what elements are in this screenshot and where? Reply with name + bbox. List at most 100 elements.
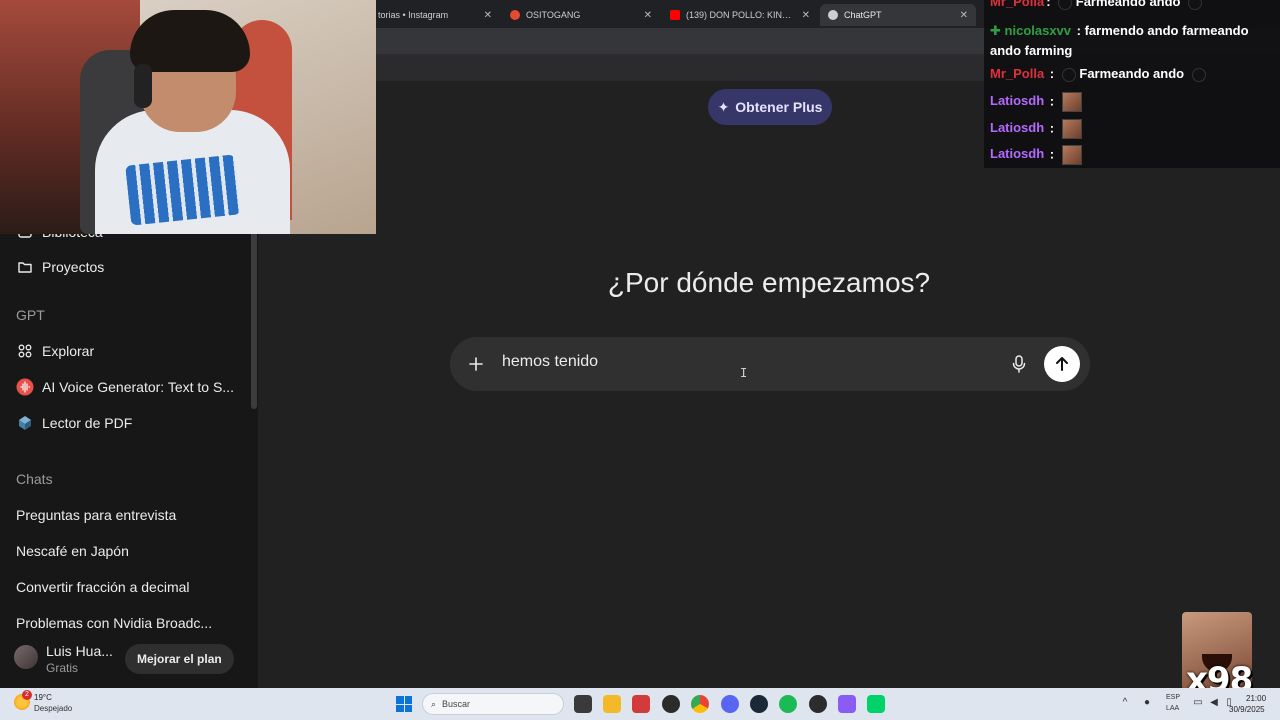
browser-tab-active[interactable]: ChatGPT ✕	[820, 4, 976, 26]
task-view-icon[interactable]	[574, 695, 592, 713]
gpt-section-label: GPT	[16, 307, 45, 323]
send-button[interactable]	[1044, 346, 1080, 382]
chat-item[interactable]: Preguntas para entrevista	[16, 507, 236, 523]
get-plus-button[interactable]: ✦ Obtener Plus	[708, 89, 832, 125]
spotify-icon[interactable]	[779, 695, 797, 713]
sidebar-item-pdf-reader[interactable]: Lector de PDF	[0, 408, 250, 438]
clock-date[interactable]: 30/9/2025	[1229, 705, 1265, 714]
chat-item[interactable]: Nescafé en Japón	[16, 543, 236, 559]
chat-username: Mr_Polla	[990, 66, 1045, 81]
reddit-icon	[510, 10, 520, 20]
plus-badge-icon: ✚	[990, 23, 1001, 38]
chat-username: Latiosdh	[990, 146, 1045, 162]
chat-message: Mr_Polla : Farmeando ando	[990, 66, 1206, 82]
browser-tab[interactable]: OSITOGANG ✕	[502, 4, 660, 26]
grid-icon	[16, 342, 34, 360]
close-icon[interactable]: ✕	[960, 10, 968, 21]
main-panel: ✦ Obtener Plus ¿Por dónde empezamos?	[258, 81, 1280, 688]
sidebar-scrollbar[interactable]	[251, 231, 257, 409]
microphone-icon[interactable]: ●	[1142, 698, 1152, 708]
get-plus-label: Obtener Plus	[735, 99, 823, 115]
chat-message: Latiosdh :	[990, 145, 1082, 165]
browser-tab[interactable]: (139) DON POLLO: KING OF OF ✕	[662, 4, 818, 26]
chrome-icon[interactable]	[691, 695, 709, 713]
search-icon: ⌕	[431, 698, 437, 709]
tab-title: torias • Instagram	[378, 10, 449, 20]
emote-icon	[1188, 0, 1203, 10]
steam-icon[interactable]	[750, 695, 768, 713]
chat-username: Latiosdh	[990, 120, 1045, 136]
chat-item[interactable]: Problemas con Nvidia Broadc...	[16, 615, 236, 631]
text-cursor-icon: I	[740, 366, 748, 380]
chat-message: Latiosdh :	[990, 119, 1082, 139]
chatgpt-icon	[828, 10, 838, 20]
taskbar: 2 19°C Despejado ⌕ Buscar ^ ● ESP LAA ▭ …	[0, 688, 1280, 720]
emote-icon	[1061, 119, 1082, 139]
prompt-input[interactable]	[502, 353, 1002, 371]
sidebar-item-voice-generator[interactable]: AI Voice Generator: Text to S...	[0, 372, 250, 402]
discord-icon[interactable]	[721, 695, 739, 713]
chat-message: ✚ nicolasxvv : farmendo ando farmeando a…	[990, 23, 1249, 58]
taskbar-search-placeholder: Buscar	[442, 699, 471, 709]
page-title: ¿Por dónde empezamos?	[607, 267, 931, 298]
browser-tab[interactable]: torias • Instagram ✕	[370, 4, 500, 26]
weather-badge: 2	[22, 690, 32, 700]
emote-icon	[1191, 67, 1206, 82]
app-icon[interactable]	[809, 695, 827, 713]
chat-item[interactable]: Convertir fracción a decimal	[16, 579, 236, 595]
emote-icon	[1061, 145, 1082, 165]
avatar	[14, 645, 38, 669]
weather-description: Despejado	[34, 704, 73, 713]
sidebar-item-explore[interactable]: Explorar	[0, 336, 250, 366]
tray-language[interactable]: ESP	[1166, 694, 1180, 701]
sidebar-item-label: Explorar	[42, 343, 95, 359]
chat-message: Mr_Polla: Farmeando ando	[990, 0, 1203, 10]
volume-icon[interactable]: ◀	[1209, 698, 1219, 708]
close-icon[interactable]: ✕	[484, 10, 492, 21]
app-icon[interactable]	[867, 695, 885, 713]
composer[interactable]	[450, 337, 1090, 391]
sidebar-item-label: AI Voice Generator: Text to S...	[42, 379, 234, 395]
stream-chat-overlay: Mr_Polla: Farmeando ando ✚ nicolasxvv : …	[984, 0, 1280, 168]
clock-time[interactable]: 21:00	[1246, 694, 1266, 703]
chat-text: Farmeando ando	[1079, 66, 1185, 81]
close-icon[interactable]: ✕	[802, 10, 810, 21]
file-explorer-icon[interactable]	[603, 695, 621, 713]
weather-temperature: 19°C	[34, 693, 52, 702]
sidebar-item-label: Proyectos	[42, 259, 105, 275]
close-icon[interactable]: ✕	[644, 10, 652, 21]
sidebar-item-label: Lector de PDF	[42, 415, 133, 431]
microphone-icon[interactable]	[1008, 353, 1030, 375]
network-icon[interactable]: ▭	[1193, 698, 1203, 708]
webcam-hoodie-print	[125, 154, 241, 226]
folder-icon	[16, 258, 34, 276]
chat-username: Mr_Polla	[990, 0, 1045, 9]
webcam-overlay	[0, 0, 376, 234]
screen: ✦ Obtener Plus ¿Por dónde empezamos? I t…	[0, 0, 1280, 720]
webcam-hair	[130, 10, 250, 72]
youtube-icon	[670, 10, 680, 20]
tab-title: ChatGPT	[844, 10, 882, 20]
app-icon[interactable]	[632, 695, 650, 713]
emote-icon	[1061, 67, 1076, 82]
windows-start-icon[interactable]	[396, 696, 412, 712]
chevron-up-icon[interactable]: ^	[1120, 698, 1130, 708]
user-account-row[interactable]: Luis Hua... Gratis Mejorar el plan	[0, 637, 258, 685]
plus-icon[interactable]	[464, 352, 488, 376]
taskbar-search[interactable]: ⌕ Buscar	[422, 693, 564, 715]
chat-message: Latiosdh :	[990, 92, 1082, 112]
app-icon[interactable]	[838, 695, 856, 713]
voice-generator-icon	[16, 378, 34, 396]
sidebar-item-projects[interactable]: Proyectos	[0, 252, 250, 282]
app-icon[interactable]	[662, 695, 680, 713]
emote-icon	[1061, 92, 1082, 112]
emote-combo: x98	[1182, 612, 1253, 700]
pdf-reader-icon	[16, 414, 34, 432]
tray-layout[interactable]: LAA	[1166, 705, 1179, 712]
emote-icon	[1058, 0, 1073, 10]
arrow-up-icon	[1056, 357, 1068, 371]
upgrade-plan-button[interactable]: Mejorar el plan	[125, 644, 234, 674]
tab-title: (139) DON POLLO: KING OF OF	[686, 10, 796, 20]
chat-text: Farmeando ando	[1075, 0, 1181, 9]
user-plan: Gratis	[46, 661, 79, 675]
